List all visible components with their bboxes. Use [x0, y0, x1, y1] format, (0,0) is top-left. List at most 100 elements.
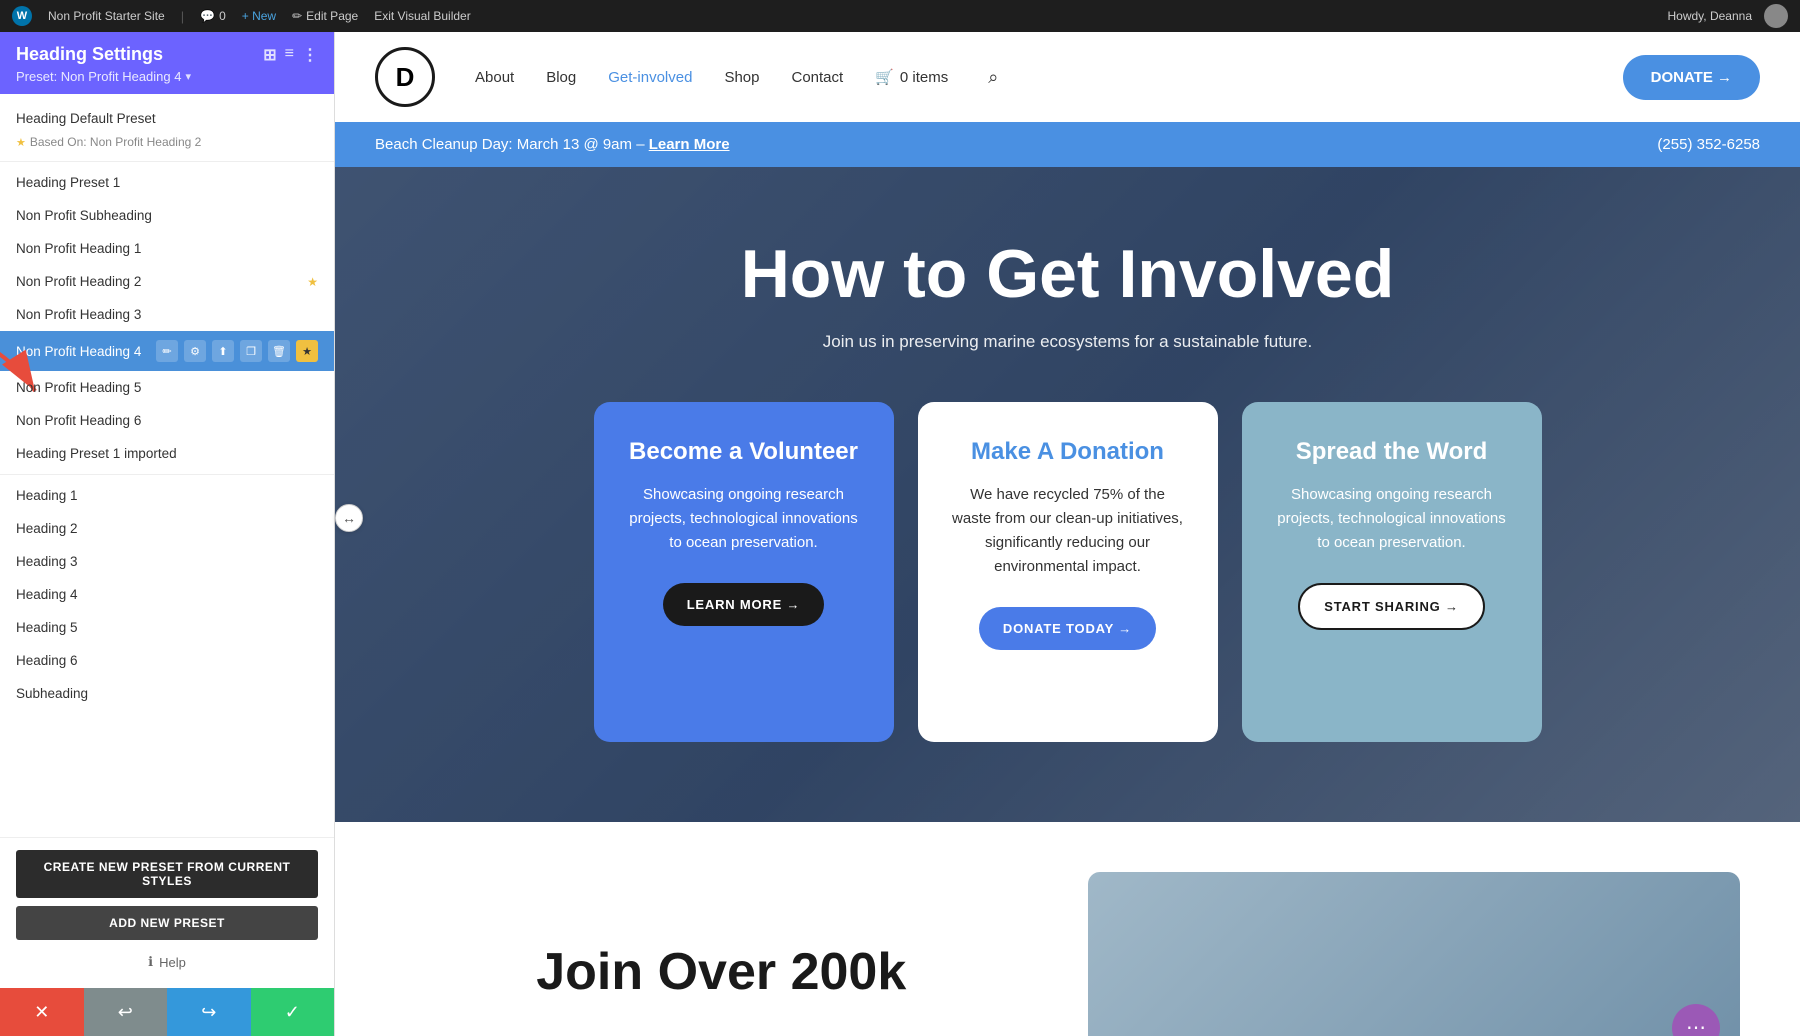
main-layout: Heading Settings ⊞ ≡ ⋮ Preset: Non Profi… [0, 32, 1800, 1036]
edit-page-link[interactable]: ✏ Edit Page [292, 9, 358, 23]
sidebar-preset-label[interactable]: Preset: Non Profit Heading 4 ▾ [16, 69, 318, 84]
spread-card-body: Showcasing ongoing research projects, te… [1274, 483, 1510, 555]
comments-link[interactable]: 💬 0 [200, 9, 226, 23]
preset-item-np-heading-4[interactable]: Non Profit Heading 4 ✏ ⚙ ⬆ ❐ 🗑 ★ [0, 331, 334, 371]
settings-preset-icon[interactable]: ⚙ [184, 340, 206, 362]
hero-subtitle: Join us in preserving marine ecosystems … [395, 332, 1740, 352]
new-link[interactable]: + New [242, 9, 276, 23]
active-item-icons: ✏ ⚙ ⬆ ❐ 🗑 ★ [156, 340, 318, 362]
spread-card: Spread the Word Showcasing ongoing resea… [1242, 402, 1542, 742]
redo-button[interactable]: ↪ [167, 988, 251, 1036]
export-preset-icon[interactable]: ⬆ [212, 340, 234, 362]
pencil-icon: ✏ [292, 9, 302, 23]
cancel-button[interactable]: ✕ [0, 988, 84, 1036]
preset-item-np-subheading[interactable]: Non Profit Subheading [0, 199, 334, 232]
columns-icon[interactable]: ≡ [285, 45, 294, 65]
donate-today-button[interactable]: DONATE TODAY → [979, 607, 1156, 650]
divider [0, 161, 334, 162]
cards-container: Become a Volunteer Showcasing ongoing re… [395, 402, 1740, 742]
preset-item-label: Non Profit Heading 6 [16, 413, 141, 428]
preset-item-label: Subheading [16, 686, 88, 701]
preset-item-label: Non Profit Heading 3 [16, 307, 141, 322]
preset-item-label: Heading 3 [16, 554, 78, 569]
site-logo: D [375, 47, 435, 107]
preset-item-np-heading-5[interactable]: Non Profit Heading 5 [0, 371, 334, 404]
preset-item-label: Non Profit Heading 1 [16, 241, 141, 256]
preset-item-heading-5[interactable]: Heading 5 [0, 611, 334, 644]
nav-get-involved[interactable]: Get-involved [608, 69, 692, 86]
preset-item-np-heading-1[interactable]: Non Profit Heading 1 [0, 232, 334, 265]
admin-bar-right: Howdy, Deanna [1668, 4, 1789, 28]
search-icon[interactable]: ⌕ [988, 67, 998, 88]
sidebar-header: Heading Settings ⊞ ≡ ⋮ Preset: Non Profi… [0, 32, 334, 94]
preset-item-heading-4[interactable]: Heading 4 [0, 578, 334, 611]
expand-icon[interactable]: ⊞ [263, 45, 276, 65]
bottom-title: Join Over 200k [395, 942, 1048, 1002]
preset-item-label: Heading 5 [16, 620, 78, 635]
exit-builder-link[interactable]: Exit Visual Builder [374, 9, 471, 23]
nav-blog[interactable]: Blog [546, 69, 576, 86]
preset-chevron-icon: ▾ [185, 70, 191, 83]
announcement-text: Beach Cleanup Day: March 13 @ 9am – Lear… [375, 136, 730, 153]
preset-item-label: Heading 4 [16, 587, 78, 602]
cancel-icon: ✕ [34, 1002, 49, 1023]
preset-item-label: Heading Default Preset [16, 111, 156, 126]
donate-nav-button[interactable]: DONATE → [1623, 55, 1760, 100]
cart-icon: 🛒 [875, 68, 894, 86]
preset-item-heading-default[interactable]: Heading Default Preset [0, 102, 334, 135]
purple-bubble[interactable]: ⋯ [1672, 1004, 1720, 1036]
donation-card-body: We have recycled 75% of the waste from o… [950, 483, 1186, 579]
delete-preset-icon[interactable]: 🗑 [268, 340, 290, 362]
nav-about[interactable]: About [475, 69, 514, 86]
start-sharing-button[interactable]: START SHARING → [1298, 583, 1485, 630]
preset-item-heading-3[interactable]: Heading 3 [0, 545, 334, 578]
preset-item-np-heading-3[interactable]: Non Profit Heading 3 [0, 298, 334, 331]
preset-item-label: Heading Preset 1 [16, 175, 120, 190]
bottom-section: Join Over 200k ⋯ [335, 822, 1800, 1036]
preset-item-label: Heading 2 [16, 521, 78, 536]
sidebar-title-bar: Heading Settings ⊞ ≡ ⋮ [16, 44, 318, 65]
announcement-bar: Beach Cleanup Day: March 13 @ 9am – Lear… [335, 122, 1800, 167]
sidebar-help[interactable]: ℹ Help [16, 948, 318, 976]
wp-logo[interactable]: W [12, 6, 32, 26]
hero-section: How to Get Involved Join us in preservin… [335, 167, 1800, 822]
resize-handle[interactable]: ↔ [335, 504, 363, 532]
preset-item-heading-preset-1-imported[interactable]: Heading Preset 1 imported [0, 437, 334, 470]
confirm-icon: ✓ [285, 1002, 300, 1023]
site-nav: About Blog Get-involved Shop Contact 🛒 0… [475, 67, 1623, 88]
redo-icon: ↪ [201, 1002, 216, 1023]
star-preset-icon[interactable]: ★ [296, 340, 318, 362]
avatar [1764, 4, 1788, 28]
comment-icon: 💬 [200, 9, 215, 23]
nav-cart[interactable]: 🛒 0 items [875, 68, 948, 86]
duplicate-preset-icon[interactable]: ❐ [240, 340, 262, 362]
edit-preset-icon[interactable]: ✏ [156, 340, 178, 362]
bottom-text-area: Join Over 200k [395, 942, 1048, 1002]
star-icon-np-h2: ★ [307, 275, 318, 289]
more-options-icon[interactable]: ⋮ [302, 45, 318, 65]
preset-item-heading-1[interactable]: Heading 1 [0, 479, 334, 512]
preset-item-heading-6[interactable]: Heading 6 [0, 644, 334, 677]
sidebar-title-text: Heading Settings [16, 44, 163, 65]
preset-item-heading-2[interactable]: Heading 2 [0, 512, 334, 545]
volunteer-card: Become a Volunteer Showcasing ongoing re… [594, 402, 894, 742]
site-name-link[interactable]: Non Profit Starter Site [48, 9, 165, 23]
preset-item-label: Non Profit Heading 2 [16, 274, 141, 289]
sidebar-title-icons: ⊞ ≡ ⋮ [263, 45, 318, 65]
confirm-button[interactable]: ✓ [251, 988, 335, 1036]
undo-button[interactable]: ↩ [84, 988, 168, 1036]
nav-contact[interactable]: Contact [792, 69, 844, 86]
create-preset-button[interactable]: CREATE NEW PRESET FROM CURRENT STYLES [16, 850, 318, 898]
learn-more-link[interactable]: Learn More [649, 136, 730, 153]
add-preset-button[interactable]: ADD NEW PRESET [16, 906, 318, 940]
preset-item-np-heading-6[interactable]: Non Profit Heading 6 [0, 404, 334, 437]
nav-shop[interactable]: Shop [724, 69, 759, 86]
preset-item-np-heading-2[interactable]: Non Profit Heading 2 ★ [0, 265, 334, 298]
preset-item-subheading[interactable]: Subheading [0, 677, 334, 710]
preset-item-label: Non Profit Heading 4 [16, 344, 141, 359]
preset-item-label: Non Profit Subheading [16, 208, 152, 223]
cart-items-label: 0 items [900, 69, 948, 86]
admin-bar: W Non Profit Starter Site | 💬 0 + New ✏ … [0, 0, 1800, 32]
learn-more-button[interactable]: LEARN MORE → [663, 583, 825, 626]
preset-item-heading-preset-1[interactable]: Heading Preset 1 [0, 166, 334, 199]
